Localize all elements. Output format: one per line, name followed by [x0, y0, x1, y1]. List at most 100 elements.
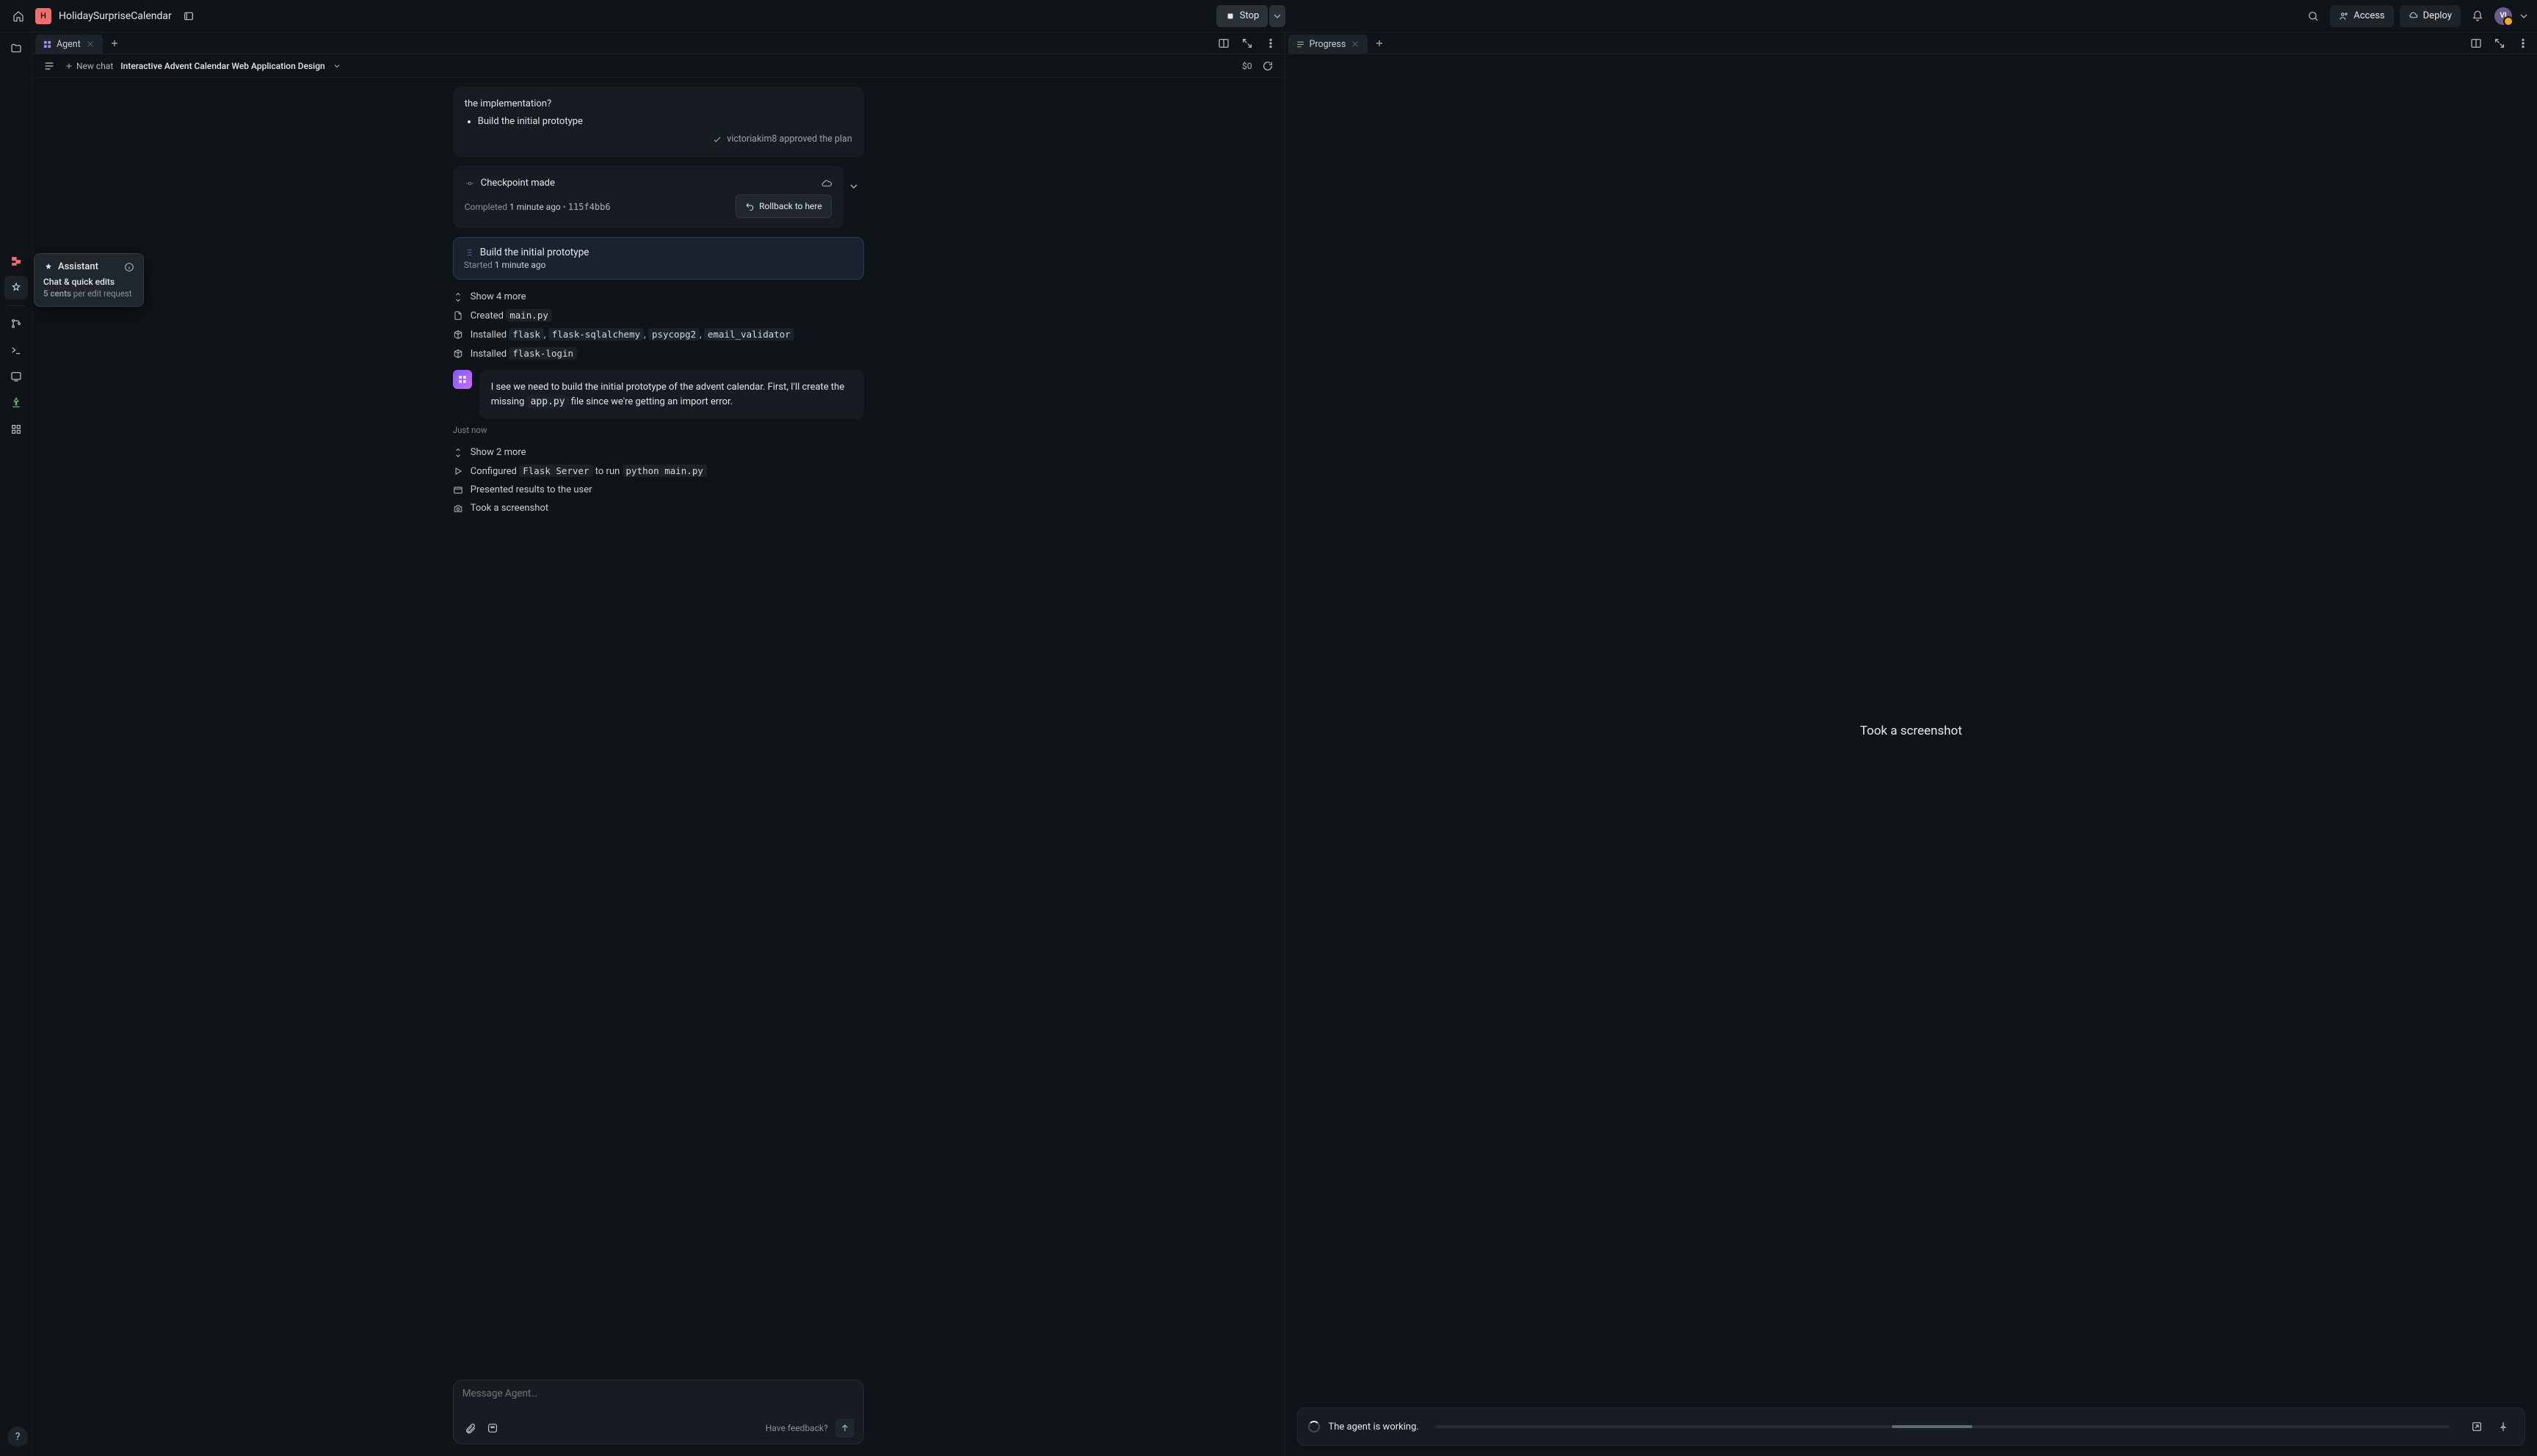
files-icon[interactable] [4, 37, 28, 60]
layout-icon[interactable] [1213, 32, 1235, 54]
access-button[interactable]: Access [2330, 5, 2393, 27]
help-button[interactable]: ? [7, 1427, 28, 1447]
deploy-label: Deploy [2423, 10, 2452, 21]
attach-icon[interactable] [462, 1420, 479, 1436]
cloud-icon [821, 178, 832, 189]
deploy-button[interactable]: Deploy [2400, 5, 2461, 27]
tab-overflow-icon[interactable] [1260, 32, 1282, 54]
package-icon [453, 349, 463, 359]
tooltip-price: 5 cents per edit request [43, 288, 134, 299]
assistant-tooltip: Assistant Chat & quick edits 5 cents per… [34, 253, 144, 307]
deploy-rail-icon[interactable] [4, 391, 28, 415]
stop-label: Stop [1240, 10, 1260, 21]
info-icon[interactable] [124, 262, 134, 272]
camera-icon [453, 503, 463, 514]
approved-by-label: victoriakim8 approved the plan [727, 133, 852, 147]
open-external-icon[interactable] [2466, 1416, 2488, 1438]
show-more-2[interactable]: Show 2 more [453, 445, 864, 459]
cost-refresh-icon[interactable] [1260, 58, 1276, 74]
step-created-file[interactable]: Created main.py [453, 308, 864, 323]
task-title: Build the initial prototype [480, 247, 589, 258]
step-presented[interactable]: Presented results to the user [453, 483, 864, 497]
tab-progress[interactable]: Progress [1288, 34, 1368, 54]
tab-agent-label: Agent [57, 39, 81, 50]
pin-icon[interactable] [2492, 1416, 2514, 1438]
rollback-label: Rollback to here [759, 200, 822, 213]
tab-progress-label: Progress [1310, 39, 1346, 50]
spinner-icon [1308, 1421, 1320, 1433]
project-overflow-icon[interactable] [178, 5, 200, 27]
completed-label: Completed [465, 202, 507, 212]
show-more-1[interactable]: Show 4 more [453, 290, 864, 304]
step-installed-1[interactable]: Installed flask, flask-sqlalchemy, psyco… [453, 327, 864, 342]
avatar[interactable]: VI [2494, 7, 2512, 25]
commit-icon [465, 178, 475, 189]
task-run-icon [464, 247, 474, 258]
progress-center-text: Took a screenshot [1285, 54, 2537, 1408]
preview-rail-icon[interactable] [4, 365, 28, 388]
task-card: Build the initial prototype Started 1 mi… [453, 237, 864, 280]
tooltip-title: Assistant [58, 261, 98, 272]
project-badge: H [35, 8, 51, 24]
new-chat-button[interactable]: New chat [65, 61, 113, 71]
tab-overflow-icon[interactable] [2512, 32, 2534, 54]
project-name[interactable]: HolidaySurpriseCalendar [59, 10, 172, 22]
apps-rail-icon[interactable] [4, 418, 28, 441]
step-configured[interactable]: Configured Flask Server to run python ma… [453, 464, 864, 478]
cost-label: $0 [1242, 61, 1252, 71]
plan-bubble: the implementation? Build the initial pr… [453, 87, 864, 157]
file-icon [453, 310, 463, 321]
assistant-message: I see we need to build the initial proto… [479, 370, 864, 419]
sparkle-icon [43, 262, 54, 272]
shell-rail-icon[interactable] [4, 338, 28, 362]
started-time: 1 minute ago [495, 260, 546, 270]
started-label: Started [464, 260, 493, 270]
assistant-rail-icon[interactable] [4, 276, 28, 299]
close-icon[interactable] [1350, 39, 1360, 49]
checkpoint-expand-icon[interactable] [843, 181, 864, 192]
new-chat-label: New chat [76, 61, 113, 71]
assistant-avatar [453, 370, 472, 389]
checkpoint-title: Checkpoint made [481, 176, 555, 191]
commit-hash: 115f4bb6 [568, 202, 611, 212]
search-icon[interactable] [2302, 5, 2324, 27]
slash-command-icon[interactable] [484, 1420, 501, 1436]
send-button[interactable] [835, 1419, 854, 1438]
progress-bar [1435, 1425, 2450, 1428]
threads-icon[interactable] [41, 58, 57, 74]
check-icon [712, 134, 722, 145]
stop-dropdown-icon[interactable] [1269, 5, 1285, 27]
timestamp-just-now: Just now [453, 425, 864, 435]
window-icon [453, 485, 463, 495]
chevron-down-icon[interactable] [333, 62, 341, 70]
status-text: The agent is working. [1329, 1422, 1419, 1433]
close-icon[interactable] [85, 39, 95, 49]
expand-icon[interactable] [2489, 32, 2511, 54]
play-icon [453, 466, 463, 476]
package-icon [453, 330, 463, 340]
expand-icon[interactable] [1236, 32, 1258, 54]
checkpoint-card: Checkpoint made Completed 1 minute ago • [453, 166, 843, 229]
access-label: Access [2353, 10, 2384, 21]
step-screenshot[interactable]: Took a screenshot [453, 501, 864, 515]
layout-icon[interactable] [2465, 32, 2487, 54]
home-icon[interactable] [7, 5, 29, 27]
expand-vertical-icon [453, 292, 463, 302]
completed-time: 1 minute ago [509, 202, 561, 212]
expand-vertical-icon [453, 448, 463, 458]
message-input[interactable] [462, 1388, 854, 1413]
notifications-icon[interactable] [2467, 5, 2489, 27]
thread-title[interactable]: Interactive Advent Calendar Web Applicat… [120, 61, 324, 71]
rollback-button[interactable]: Rollback to here [736, 194, 832, 218]
replit-ai-icon[interactable] [4, 250, 28, 273]
step-installed-2[interactable]: Installed flask-login [453, 346, 864, 361]
tab-add-icon[interactable] [1369, 32, 1390, 54]
tab-add-icon[interactable] [104, 32, 125, 54]
git-rail-icon[interactable] [4, 312, 28, 335]
tooltip-subtitle: Chat & quick edits [43, 277, 134, 287]
plan-text-tail: the implementation? [465, 97, 852, 112]
tab-agent[interactable]: Agent [35, 34, 103, 54]
avatar-chevron-icon[interactable] [2518, 5, 2530, 27]
stop-button[interactable]: Stop [1216, 5, 1268, 27]
feedback-link[interactable]: Have feedback? [766, 1423, 828, 1433]
